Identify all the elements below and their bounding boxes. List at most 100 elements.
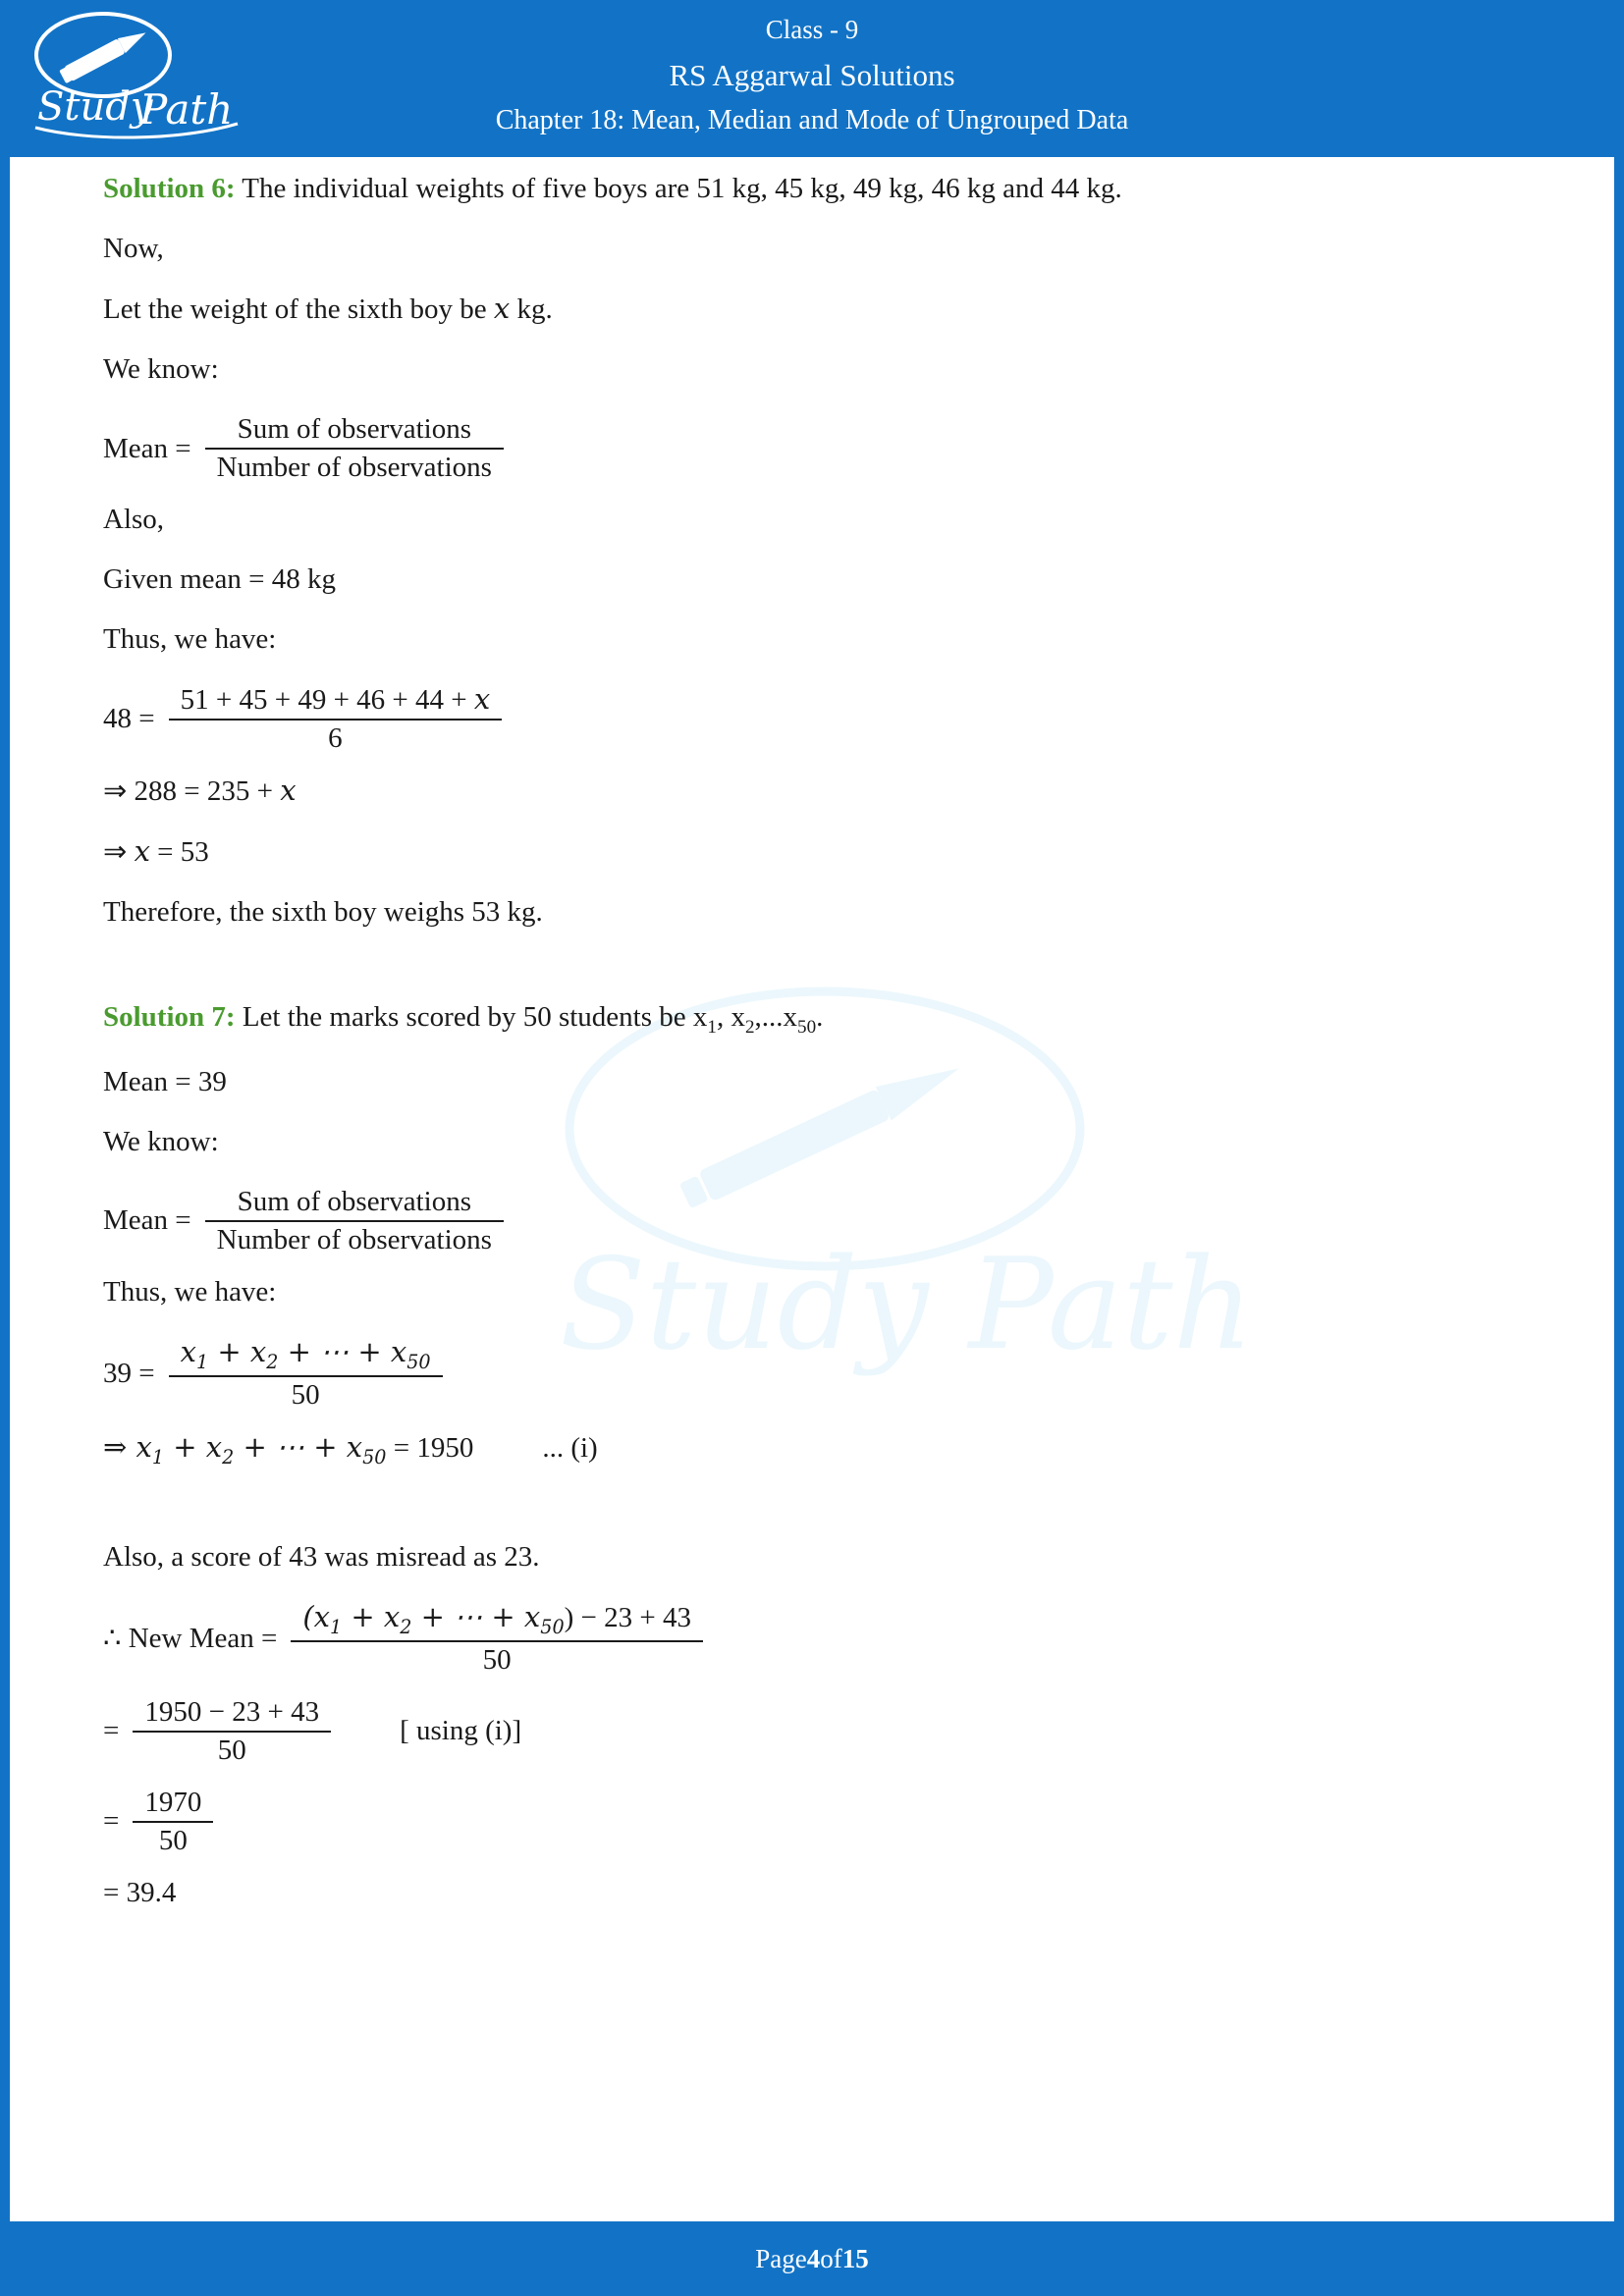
solution7-intro-b: , x	[716, 1001, 745, 1033]
s7-eq-mid: + x	[208, 1334, 267, 1368]
solution6-now: Now,	[103, 233, 164, 264]
s7-eq-x: x	[180, 1334, 196, 1368]
solution7-step3-lead: =	[103, 1805, 120, 1838]
solution7-intro: Solution 7: Let the marks scored by 50 s…	[103, 1003, 1521, 1037]
s7-nm-s50: 50	[540, 1615, 565, 1638]
solution7-step3-denominator: 50	[158, 1824, 188, 1856]
solution7-sum-line: ⇒ x1 + x2 + ⋯ + x50 = 1950 ... (i)	[103, 1429, 1521, 1468]
solution7-equation-denominator: 50	[291, 1378, 320, 1411]
solution7-step2-fraction: 1950 − 23 + 43 50	[133, 1697, 332, 1766]
solution6-equation-fraction: 51 + 45 + 49 + 46 + 44 + x 6	[168, 682, 503, 754]
solution7-intro-a: Let the marks scored by 50 students be x	[235, 1001, 708, 1033]
solution6-equation: 48 = 51 + 45 + 49 + 46 + 44 + x 6	[103, 685, 1521, 753]
s7-eq-s2: 2	[266, 1350, 279, 1373]
solution6-thus: Thus, we have:	[103, 623, 277, 655]
s7-eq-mid2: + ⋯ + x	[278, 1334, 407, 1368]
solution7-mean-formula: Mean = Sum of observations Number of obs…	[103, 1187, 1521, 1255]
solution6-equation-numerator: 51 + 45 + 49 + 46 + 44 + x	[168, 682, 503, 721]
solution7-thus: Thus, we have:	[103, 1275, 277, 1308]
solution7-new-mean-denominator: 50	[482, 1643, 512, 1676]
solution6-conclusion: Therefore, the sixth boy weighs 53 kg.	[103, 896, 543, 928]
solution6-mean-formula: Mean = Sum of observations Number of obs…	[103, 415, 1521, 482]
solution6-we-know: We know:	[103, 353, 219, 385]
header-title-block: Class - 9 RS Aggarwal Solutions Chapter …	[10, 8, 1614, 142]
solution6-let-b: kg.	[510, 294, 553, 325]
solution7-mean-label: Mean =	[103, 1204, 191, 1237]
solution6-let-var: x	[493, 292, 511, 325]
solution7-step3: = 1970 50	[103, 1788, 1521, 1856]
solution7-new-mean: ∴ New Mean = (x1 + x2 + ⋯ + x50) − 23 + …	[103, 1599, 1521, 1676]
s7-sum-mid2: + ⋯ + x	[234, 1429, 363, 1464]
solution7-mean-denominator: Number of observations	[216, 1223, 492, 1255]
header-chapter: Chapter 18: Mean, Median and Mode of Ung…	[495, 105, 1129, 135]
s7-nm-mid: + x	[342, 1599, 401, 1633]
solution7-sub1: 1	[707, 1016, 717, 1038]
solution6-mean-fraction: Sum of observations Number of observatio…	[204, 415, 504, 483]
solution7-equation: 39 = x1 + x2 + ⋯ + x50 50	[103, 1334, 1521, 1411]
solution7-label: Solution 7:	[103, 1001, 236, 1033]
page-content: Solution 6: The individual weights of fi…	[10, 157, 1614, 2203]
solution6-step2-post: = 53	[149, 836, 209, 868]
solution7-mean-fraction: Sum of observations Number of observatio…	[204, 1187, 504, 1255]
s7-sum-s2: 2	[222, 1445, 235, 1468]
s7-sum-pre: ⇒ x	[103, 1429, 152, 1464]
solution7-step2-note: [ using (i)]	[400, 1715, 522, 1747]
solution6-intro: Solution 6: The individual weights of fi…	[103, 175, 1521, 203]
solution6-step1-text: ⇒ 288 = 235 +	[103, 775, 281, 807]
s7-sum-mid: + x	[164, 1429, 223, 1464]
solution6-mean-label: Mean =	[103, 432, 191, 464]
solution6-step2-pre: ⇒	[103, 836, 135, 868]
subsection-spacer	[103, 1498, 1521, 1543]
s7-nm-mid2: + ⋯ + x	[411, 1599, 541, 1633]
page-footer: Page 4 of 15	[10, 2221, 1614, 2296]
s7-sum-post: = 1950	[386, 1431, 474, 1464]
solution7-sub50: 50	[797, 1016, 817, 1038]
s7-eq-s1: 1	[195, 1350, 209, 1373]
solution7-we-know: We know:	[103, 1125, 219, 1157]
s7-nm-s2: 2	[400, 1615, 412, 1638]
footer-prefix: Page	[755, 2243, 807, 2273]
s7-sum-ref: ... (i)	[542, 1431, 598, 1464]
solution6-mean-denominator: Number of observations	[216, 452, 492, 483]
solution6-step1: ⇒ 288 = 235 + x	[103, 776, 1521, 806]
s7-sum-s50: 50	[362, 1445, 387, 1468]
solution7-result: = 39.4	[103, 1876, 177, 1908]
solution7-new-mean-numerator: (x1 + x2 + ⋯ + x50) − 23 + 43	[291, 1599, 703, 1642]
footer-page-number: 4	[806, 2243, 821, 2273]
solution7-equation-fraction: x1 + x2 + ⋯ + x50 50	[168, 1334, 443, 1411]
solution7-mean-given: Mean = 39	[103, 1065, 227, 1097]
solution6-given-mean: Given mean = 48 kg	[103, 563, 337, 595]
solution7-misread: Also, a score of 43 was misread as 23.	[103, 1540, 540, 1573]
solution6-equation-lead: 48 =	[103, 703, 155, 734]
solution7-equation-lead: 39 =	[103, 1357, 155, 1389]
solution7-step2-denominator: 50	[217, 1734, 246, 1766]
document-page: Study Path Class - 9 RS Aggarwal Solutio…	[0, 0, 1624, 2296]
solution6-intro-text: The individual weights of five boys are …	[235, 173, 1122, 204]
solution7-sub2: 2	[744, 1016, 755, 1038]
solution6-eq-num-var: x	[473, 682, 491, 716]
s7-eq-s50: 50	[406, 1350, 431, 1373]
footer-total-pages: 15	[841, 2243, 869, 2273]
solution6-eq-num-text: 51 + 45 + 49 + 46 + 44 +	[180, 684, 474, 716]
solution7-new-mean-lead: ∴ New Mean =	[103, 1622, 278, 1654]
solution6-equation-denominator: 6	[328, 722, 343, 754]
s7-nm-s1: 1	[330, 1615, 343, 1638]
solution6-step2-var: x	[134, 834, 150, 868]
solution7-step3-numerator: 1970	[133, 1788, 214, 1823]
solution7-step3-fraction: 1970 50	[133, 1788, 214, 1856]
solution7-equation-numerator: x1 + x2 + ⋯ + x50	[168, 1334, 443, 1377]
solution6-mean-numerator: Sum of observations	[204, 415, 504, 450]
header-book: RS Aggarwal Solutions	[669, 58, 955, 92]
solution7-intro-c: ,...x	[754, 1001, 798, 1033]
solution6-step1-var: x	[280, 774, 297, 807]
solution7-step2-lead: =	[103, 1715, 120, 1747]
footer-middle: of	[820, 2243, 842, 2273]
page-header: Study Path Class - 9 RS Aggarwal Solutio…	[10, 0, 1614, 157]
s7-nm-post: ) − 23 + 43	[564, 1601, 691, 1633]
solution6-also: Also,	[103, 504, 165, 535]
solution7-mean-numerator: Sum of observations	[204, 1187, 504, 1222]
solution7-new-mean-fraction: (x1 + x2 + ⋯ + x50) − 23 + 43 50	[291, 1599, 703, 1676]
s7-nm-pre: (x	[302, 1599, 331, 1633]
solution6-let-a: Let the weight of the sixth boy be	[103, 294, 494, 325]
